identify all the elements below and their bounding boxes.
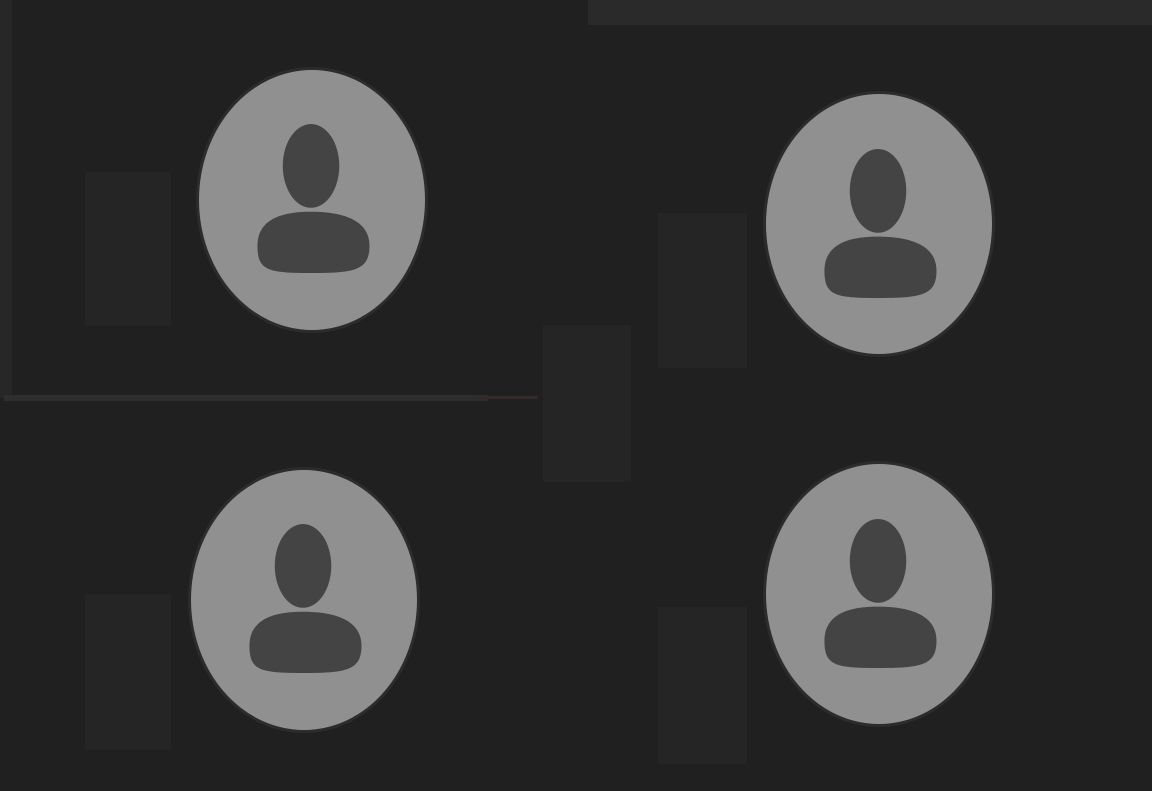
top-bar [588, 0, 1152, 25]
placeholder-block [85, 594, 171, 750]
placeholder-block [658, 213, 747, 368]
video-call-grid [0, 0, 1152, 791]
placeholder-block [658, 607, 747, 764]
avatar [763, 91, 995, 357]
placeholder-block [85, 172, 171, 326]
person-icon [249, 524, 362, 674]
placeholder-block [543, 325, 631, 482]
grid-divider [4, 395, 488, 401]
avatar [188, 467, 420, 733]
grid-divider-accent [478, 396, 538, 399]
left-edge-strip [0, 0, 12, 398]
person-icon [824, 518, 937, 669]
person-icon [257, 124, 370, 274]
avatar [763, 461, 995, 727]
avatar [196, 67, 428, 333]
person-icon [824, 148, 937, 299]
